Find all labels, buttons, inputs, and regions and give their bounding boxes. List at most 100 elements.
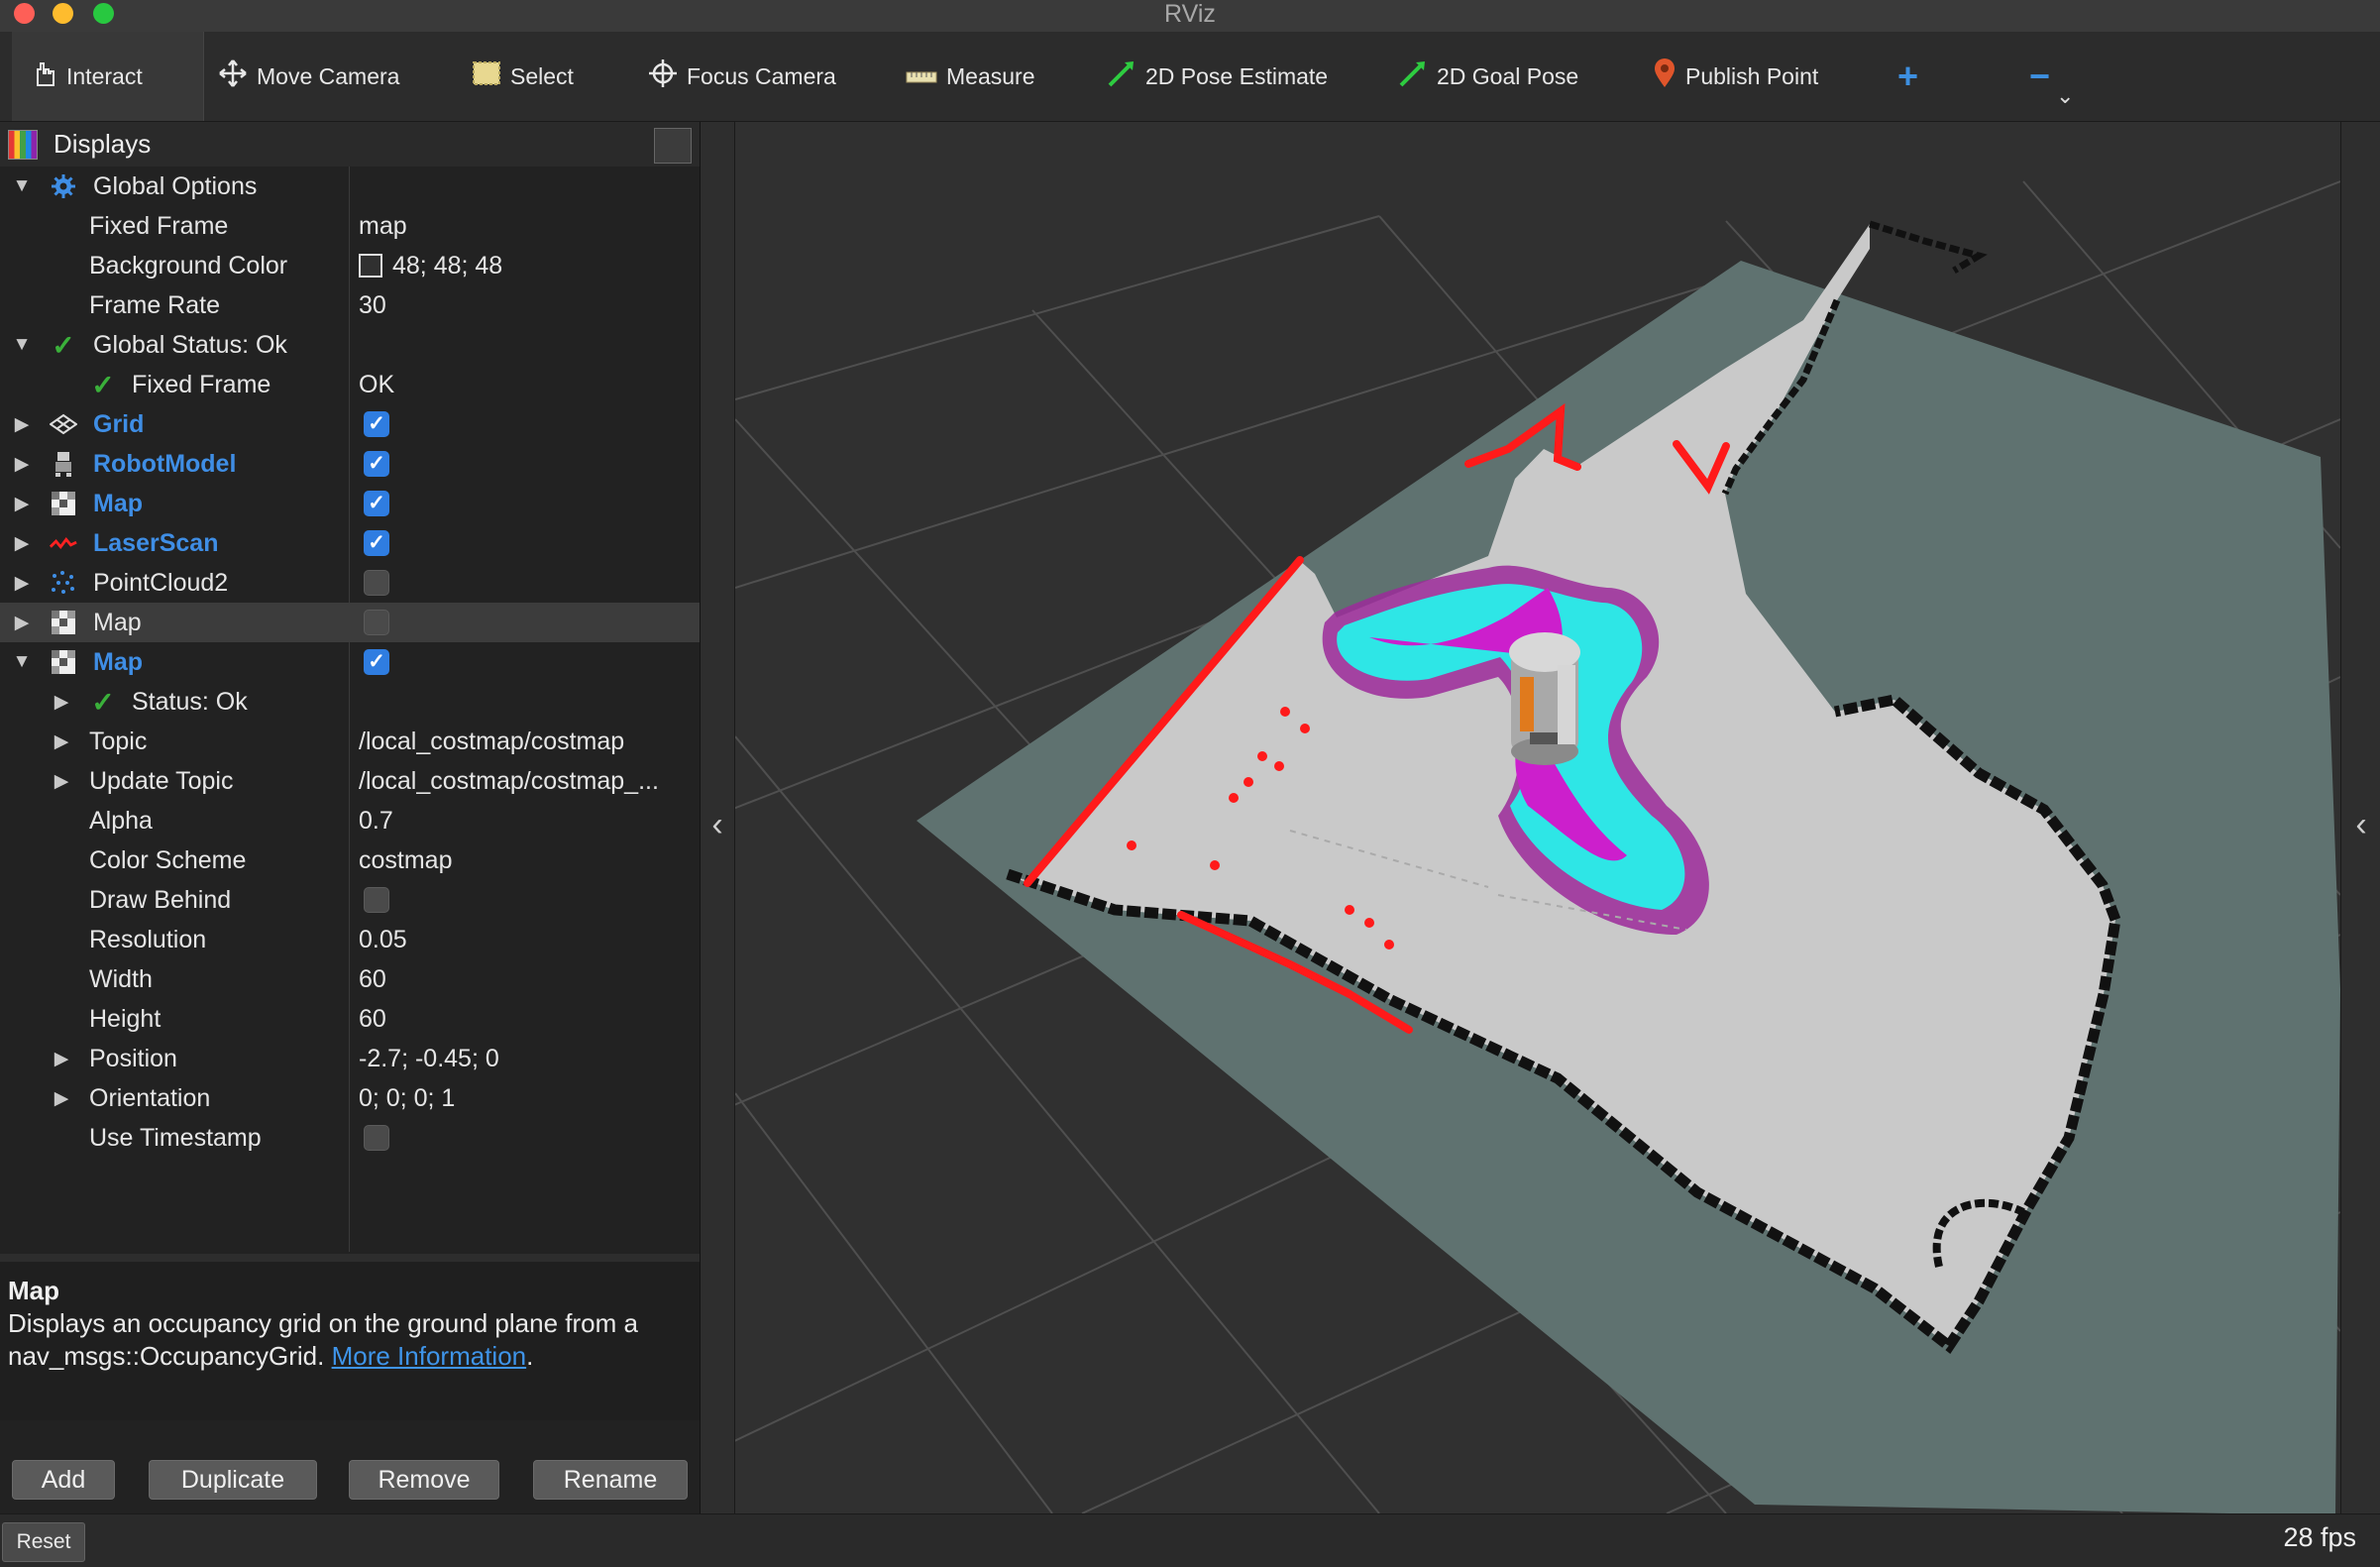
tree-row-grid[interactable]: ▶ Grid ✓	[0, 404, 700, 444]
tree-row-name: Position	[89, 1044, 177, 1072]
tree-row-resolution[interactable]: Resolution 0.05	[0, 920, 700, 959]
collapsed-arrow-icon[interactable]: ▶	[12, 612, 32, 634]
collapse-left-panel-handle[interactable]: ‹	[701, 122, 735, 1513]
collapsed-arrow-icon[interactable]: ▶	[52, 1087, 71, 1110]
add-button[interactable]: Add	[12, 1460, 115, 1500]
scene-render[interactable]	[735, 122, 2340, 1513]
robotmodel-enable-checkbox[interactable]: ✓	[364, 451, 389, 477]
collapsed-arrow-icon[interactable]: ▶	[12, 532, 32, 555]
tree-row-color-scheme[interactable]: Color Scheme costmap	[0, 840, 700, 880]
measure-tool-button[interactable]: Measure	[906, 32, 1034, 121]
displays-panel-header: Displays	[0, 122, 700, 167]
publish-point-tool-button[interactable]: Publish Point	[1653, 32, 1818, 121]
collapsed-arrow-icon[interactable]: ▶	[12, 453, 32, 476]
tree-row-frame-rate[interactable]: Frame Rate 30	[0, 285, 700, 325]
tree-row-position[interactable]: ▶ Position -2.7; -0.45; 0	[0, 1039, 700, 1078]
map-2-enable-checkbox[interactable]	[364, 610, 389, 635]
tree-row-global-status[interactable]: ▼ ✓ Global Status: Ok	[0, 325, 700, 365]
background-color-value[interactable]: 48; 48; 48	[359, 252, 502, 280]
description-body: Displays an occupancy grid on the ground…	[8, 1308, 638, 1371]
add-tool-button[interactable]: +	[1897, 32, 1918, 121]
collapsed-arrow-icon[interactable]: ▶	[12, 572, 32, 595]
tree-row-global-options[interactable]: ▼ Global Options	[0, 167, 700, 206]
tree-row-use-timestamp[interactable]: Use Timestamp	[0, 1118, 700, 1158]
expanded-arrow-icon[interactable]: ▼	[12, 334, 32, 356]
pose-estimate-tool-button[interactable]: 2D Pose Estimate	[1107, 32, 1328, 121]
goal-pose-tool-button[interactable]: 2D Goal Pose	[1398, 32, 1578, 121]
displays-panel: Displays ▼ Global Options Fixed Frame ma…	[0, 122, 701, 1513]
tree-row-name: RobotModel	[93, 449, 237, 478]
tree-row-map[interactable]: ▶ Map ✓	[0, 484, 700, 523]
remove-tool-button[interactable]: −	[2029, 32, 2050, 121]
tree-row-robotmodel[interactable]: ▶ RobotModel ✓	[0, 444, 700, 484]
tree-row-name: Fixed Frame	[89, 211, 229, 240]
collapsed-arrow-icon[interactable]: ▶	[12, 493, 32, 515]
pointcloud2-enable-checkbox[interactable]	[364, 570, 389, 596]
collapsed-arrow-icon[interactable]: ▶	[52, 691, 71, 714]
move-arrows-icon	[218, 58, 248, 94]
tree-row-name: Alpha	[89, 806, 153, 835]
draw-behind-checkbox[interactable]	[364, 887, 389, 913]
remove-button[interactable]: Remove	[349, 1460, 499, 1500]
color-scheme-value[interactable]: costmap	[359, 846, 452, 875]
fixed-frame-value[interactable]: map	[359, 212, 407, 241]
window-title: RViz	[1164, 0, 1216, 28]
frame-rate-value[interactable]: 30	[359, 291, 386, 320]
select-tool-button[interactable]: Select	[472, 32, 574, 121]
update-topic-value[interactable]: /local_costmap/costmap_...	[359, 767, 659, 796]
laserscan-enable-checkbox[interactable]: ✓	[364, 530, 389, 556]
tree-row-name: PointCloud2	[93, 568, 229, 597]
tree-row-name: Resolution	[89, 925, 207, 953]
tree-row-width[interactable]: Width 60	[0, 959, 700, 999]
tree-row-fixed-frame[interactable]: Fixed Frame map	[0, 206, 700, 246]
collapse-right-panel-handle[interactable]: ‹	[2340, 122, 2380, 1513]
alpha-value[interactable]: 0.7	[359, 807, 393, 836]
tree-row-height[interactable]: Height 60	[0, 999, 700, 1039]
tree-row-pointcloud2[interactable]: ▶ PointCloud2	[0, 563, 700, 603]
grid-enable-checkbox[interactable]: ✓	[364, 411, 389, 437]
use-timestamp-checkbox[interactable]	[364, 1125, 389, 1151]
collapsed-arrow-icon[interactable]: ▶	[52, 1048, 71, 1070]
description-end: .	[526, 1341, 534, 1371]
chevron-down-icon[interactable]: ⌄	[2056, 81, 2074, 111]
topic-value[interactable]: /local_costmap/costmap	[359, 728, 624, 756]
tree-row-orientation[interactable]: ▶ Orientation 0; 0; 0; 1	[0, 1078, 700, 1118]
collapsed-arrow-icon[interactable]: ▶	[52, 770, 71, 793]
map-enable-checkbox[interactable]: ✓	[364, 491, 389, 516]
move-camera-tool-button[interactable]: Move Camera	[218, 32, 399, 121]
robot-icon	[50, 450, 77, 478]
duplicate-button[interactable]: Duplicate	[149, 1460, 317, 1500]
tree-row-background-color[interactable]: Background Color 48; 48; 48	[0, 246, 700, 285]
expanded-arrow-icon[interactable]: ▼	[12, 175, 32, 197]
walls-top	[1868, 220, 1988, 275]
more-information-link[interactable]: More Information	[332, 1341, 527, 1371]
tree-row-status[interactable]: ▶ ✓ Status: Ok	[0, 682, 700, 722]
color-swatch[interactable]	[359, 254, 382, 278]
panel-splitter[interactable]	[0, 1254, 700, 1262]
tree-row-laserscan[interactable]: ▶ LaserScan ✓	[0, 523, 700, 563]
tree-row-fixed-frame-status[interactable]: ✓ Fixed Frame OK	[0, 365, 700, 404]
reset-button[interactable]: Reset	[2, 1522, 85, 1562]
focus-camera-tool-button[interactable]: Focus Camera	[648, 32, 836, 121]
3d-viewport[interactable]	[735, 122, 2340, 1513]
collapsed-arrow-icon[interactable]: ▶	[12, 413, 32, 436]
tree-row-map-3[interactable]: ▼ Map ✓	[0, 642, 700, 682]
title-bar: RViz	[0, 0, 2380, 33]
interact-tool-button[interactable]: Interact	[12, 32, 204, 121]
green-arrow-icon	[1107, 58, 1136, 94]
tree-row-name: Status: Ok	[132, 687, 248, 716]
tree-row-map-2[interactable]: ▶ Map	[0, 603, 700, 642]
tree-row-update-topic[interactable]: ▶ Update Topic /local_costmap/costmap_..…	[0, 761, 700, 801]
map-grid-icon	[50, 490, 77, 517]
tree-row-name: Map	[93, 647, 143, 676]
tree-row-name: Background Color	[89, 251, 288, 280]
rename-button[interactable]: Rename	[533, 1460, 688, 1500]
tree-row-topic[interactable]: ▶ Topic /local_costmap/costmap	[0, 722, 700, 761]
tree-row-alpha[interactable]: Alpha 0.7	[0, 801, 700, 840]
publish-point-label: Publish Point	[1685, 62, 1819, 89]
map-3-enable-checkbox[interactable]: ✓	[364, 649, 389, 675]
collapsed-arrow-icon[interactable]: ▶	[52, 730, 71, 753]
tree-row-draw-behind[interactable]: Draw Behind	[0, 880, 700, 920]
expanded-arrow-icon[interactable]: ▼	[12, 651, 32, 673]
float-panel-button[interactable]	[654, 128, 692, 164]
